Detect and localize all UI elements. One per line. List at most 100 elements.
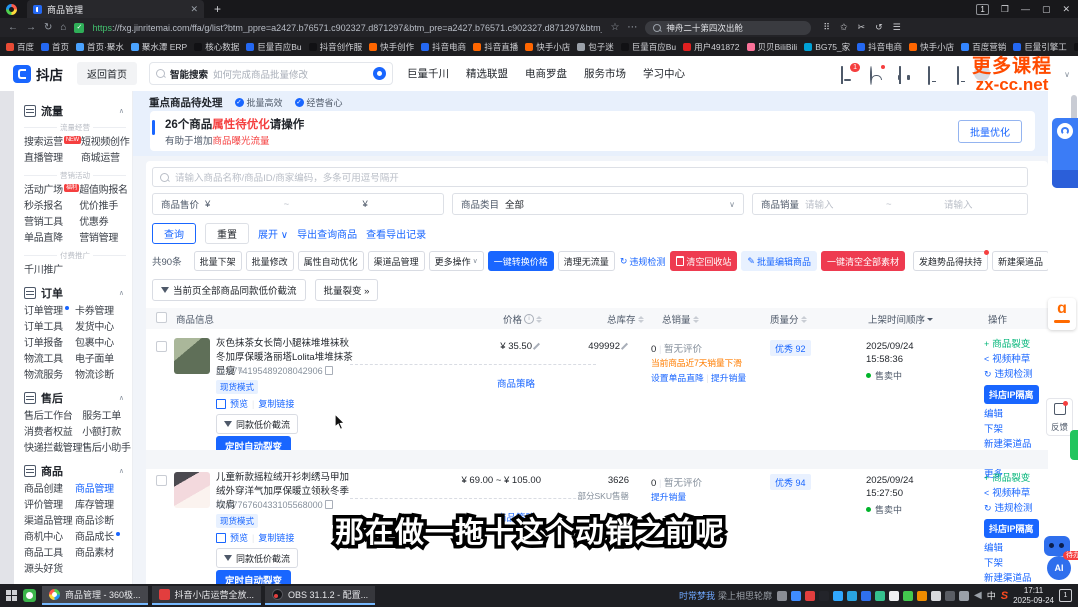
tab-close-icon[interactable]: ✕ (190, 4, 198, 15)
op-link[interactable]: 下架 (984, 556, 1048, 571)
intercept-button[interactable]: 同款低价截流 (216, 548, 298, 568)
op-link[interactable]: <视频种草 (984, 486, 1048, 501)
sidebar-item[interactable]: 商品创建 (24, 482, 75, 498)
page-intercept-button[interactable]: 当前页全部商品同款低价截流 (152, 279, 306, 301)
op-link[interactable]: 编辑 (984, 541, 1048, 556)
bookmark-item[interactable]: 巨量百应Bu (246, 41, 301, 53)
tray-icon[interactable] (805, 591, 815, 601)
minimize-button[interactable]: — (1021, 4, 1030, 14)
history-icon[interactable]: ↺ (875, 22, 883, 33)
bookmark-item[interactable]: 贝贝BiliBili (747, 41, 798, 53)
row-checkbox[interactable] (156, 475, 167, 486)
auto-fission-button[interactable]: 定时自动裂变 (216, 570, 291, 584)
sidebar-item[interactable]: 直播管理 (24, 151, 81, 167)
edit-icon[interactable] (622, 342, 629, 349)
product-image[interactable] (174, 472, 210, 508)
bell-icon[interactable]: 1 (841, 67, 854, 80)
clock[interactable]: 17:112025-09-24 (1013, 586, 1054, 605)
sidebar-item[interactable]: 包裹中心 (75, 336, 126, 352)
new-channel-button[interactable]: 新建渠道品 (992, 251, 1048, 271)
bookmark-item[interactable]: 包子迷 (577, 41, 614, 53)
favorites-icon[interactable]: ✩ (840, 22, 848, 33)
sidebar-item[interactable]: 卡券管理 (75, 304, 126, 320)
close-button[interactable]: ✕ (1062, 4, 1070, 15)
op-link[interactable]: <视频种草 (984, 352, 1048, 367)
side-green-tab[interactable] (1070, 430, 1078, 460)
more-ops-button[interactable]: 更多操作∨ (429, 251, 484, 271)
convert-price-button[interactable]: 一键转换价格 (488, 251, 554, 271)
monitor-icon[interactable] (928, 67, 941, 80)
op-link[interactable]: 下架 (984, 422, 1048, 437)
col-stock[interactable]: 总库存 (607, 312, 644, 326)
tray-icon[interactable] (847, 591, 857, 601)
sidebar-item[interactable]: 评价管理 (24, 498, 75, 514)
sidebar-item[interactable]: 源头好货 (24, 562, 75, 578)
sidebar-item[interactable]: 超值购报名 (79, 183, 128, 199)
sidebar-section-商品[interactable]: 商品∧ (24, 463, 126, 479)
qrcode-icon[interactable] (216, 533, 226, 543)
col-sales[interactable]: 总销量 (662, 312, 699, 326)
sidebar-section-流量[interactable]: 流量∧ (24, 103, 126, 119)
sidebar-section-订单[interactable]: 订单∧ (24, 285, 126, 301)
sidebar-item[interactable]: 物流服务 (24, 368, 75, 384)
menu-icon[interactable]: ☰ (893, 22, 901, 33)
bookmark-item[interactable]: 巨量百应Bu (621, 41, 676, 53)
refresh-icon[interactable]: ↻ (44, 22, 52, 33)
copy-icon[interactable] (325, 500, 333, 509)
sidebar-item[interactable]: 商品成长 (75, 530, 126, 546)
bookmark-item[interactable]: 快手小店 (525, 41, 570, 53)
bookmark-item[interactable]: 首页 (41, 41, 69, 53)
clear-material-button[interactable]: 一键清空全部素材 (821, 251, 905, 271)
strategy-link[interactable]: 商品策略 (466, 376, 566, 390)
clean-traffic-button[interactable]: 清理无流量 (558, 251, 615, 271)
set-discount-link[interactable]: 设置单品直降 (651, 373, 704, 383)
op-link[interactable]: +商品裂变 (984, 337, 1048, 352)
sidebar-item[interactable]: 订单报备 (24, 336, 75, 352)
expand-link[interactable]: 展开 ∨ (258, 226, 288, 241)
tray-icon[interactable] (945, 591, 955, 601)
tray-icon[interactable] (889, 591, 899, 601)
tray-icon[interactable] (917, 591, 927, 601)
headset-icon[interactable] (899, 67, 912, 80)
row-checkbox[interactable] (156, 341, 167, 352)
op-link[interactable]: 编辑 (984, 407, 1048, 422)
query-button[interactable]: 查询 (152, 223, 196, 244)
sidebar-item[interactable]: 商品诊断 (75, 514, 126, 530)
sidebar-item[interactable]: 单品直降 (24, 231, 79, 247)
sidebar-item[interactable]: 快递拦截管理 (24, 441, 82, 457)
op-link[interactable]: 新建渠道品 (984, 571, 1048, 584)
toolbar-button[interactable]: 批量下架 (194, 251, 242, 271)
sidebar-item[interactable]: 物流诊断 (75, 368, 126, 384)
taskbar-app[interactable]: 抖音小店运营全放... (152, 586, 262, 605)
empty-recycle-button[interactable]: 清空回收站 (670, 251, 737, 271)
batch-edit-button[interactable]: ✎批量编辑商品 (741, 251, 817, 271)
account-icon[interactable] (870, 67, 883, 80)
trend-support-button[interactable]: 发趋势品得扶持 (913, 251, 988, 271)
volume-icon[interactable]: ◀ (974, 590, 982, 601)
header-nav-item[interactable]: 精选联盟 (466, 66, 508, 81)
sidebar-section-售后[interactable]: 售后∧ (24, 390, 126, 406)
bookmark-item[interactable]: 百度 (6, 41, 34, 53)
tray-icon[interactable] (861, 591, 871, 601)
workbench-icon[interactable] (957, 67, 970, 80)
sidebar-item[interactable]: 订单管理 (24, 304, 75, 320)
copy-icon[interactable] (325, 366, 333, 375)
sidebar-item[interactable]: 千川推广 (24, 263, 75, 279)
sidebar-item[interactable]: 秒杀报名 (24, 199, 79, 215)
preview-link[interactable]: 预览 (230, 397, 248, 410)
sogou-icon[interactable]: S (1001, 590, 1008, 602)
bookmark-item[interactable]: 快手小店 (909, 41, 954, 53)
bookmark-star-icon[interactable]: ☆ (610, 22, 619, 33)
chevron-down-icon[interactable]: ∨ (1064, 70, 1070, 79)
back-icon[interactable]: ← (8, 22, 18, 33)
sidebar-item[interactable]: 服务工单 (82, 409, 131, 425)
sidebar-item[interactable]: 消费者权益 (24, 425, 82, 441)
sidebar-item[interactable]: 商机中心 (24, 530, 75, 546)
edit-icon[interactable] (534, 342, 541, 349)
op-button[interactable]: 抖店IP隔离 (984, 385, 1039, 404)
sales-filter[interactable]: 商品销量请输入 ~ 请输入 (752, 193, 1028, 215)
sidebar-item[interactable]: 库存管理 (75, 498, 126, 514)
export-history-link[interactable]: 查看导出记录 (366, 226, 426, 241)
bookmark-item[interactable]: BG75_家 (804, 41, 850, 53)
op-link[interactable]: +商品裂变 (984, 471, 1048, 486)
